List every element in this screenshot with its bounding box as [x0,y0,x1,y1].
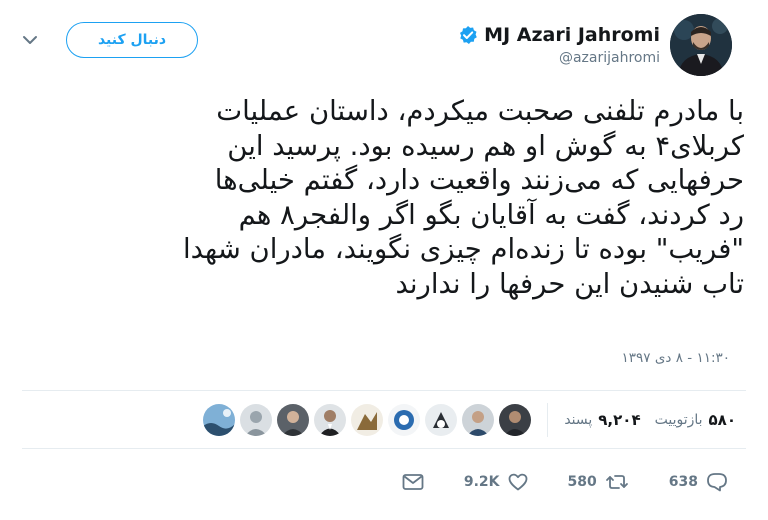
chevron-down-icon[interactable] [18,28,42,52]
like-stat-label: پسند [564,412,593,428]
retweet-stat-count: ۵۸۰ [708,411,736,429]
reply-button[interactable]: 638 [669,472,728,492]
liker-avatar[interactable] [499,404,532,436]
like-stat-count: ۹,۲۰۴ [598,411,641,429]
retweet-icon [605,475,628,489]
like-button[interactable]: 9.2K [464,473,528,491]
tweet-line: کربلای۴ به گوش او هم رسیده بود. پرسید ای… [227,129,744,162]
liker-avatar[interactable] [240,404,273,436]
liker-avatar[interactable] [203,404,236,436]
liker-avatar[interactable] [314,404,347,436]
retweet-stat[interactable]: ۵۸۰ بازتوییت [655,411,736,429]
tweet-line: تاب شنیدن این حرفها را ندارند [395,267,744,300]
author-handle[interactable]: @azarijahromi [559,50,660,66]
liker-avatar[interactable] [462,404,495,436]
author-name-row: MJ Azari Jahromi [458,22,660,48]
tweet-line: رد کردند، گفت به آقایان بگو اگر والفجر۸ … [238,198,744,231]
mail-button[interactable] [402,473,424,491]
tweet-text: با مادرم تلفنی صحبت میکردم، داستان عملیا… [24,94,744,301]
liker-avatars [203,404,532,436]
liker-avatar[interactable] [425,404,458,436]
tweet-line: حرفهایی که می‌زنند واقعیت دارد، گفتم خیل… [214,164,744,196]
like-stat[interactable]: ۹,۲۰۴ پسند [564,411,640,429]
verified-badge-icon [458,25,478,45]
engagement-stats: ۵۸۰ بازتوییت ۹,۲۰۴ پسند [203,402,736,438]
liker-avatar[interactable] [351,404,384,436]
follow-button[interactable]: دنبال کنید [66,22,198,58]
tweet-header: MJ Azari Jahromi @azarijahromi دنبال کنی… [0,0,768,90]
stats-separator [547,403,549,437]
retweet-stat-label: بازتوییت [654,412,703,428]
author-display-name[interactable]: MJ Azari Jahromi [484,24,660,46]
divider [22,390,746,391]
liker-avatar[interactable] [277,404,310,436]
tweet-actions: 9.2K 580 638 [402,468,728,496]
reply-icon [707,473,727,492]
heart-icon [508,473,527,491]
author-avatar[interactable] [670,14,732,76]
liker-avatar[interactable] [388,404,421,436]
reply-count: 638 [668,474,698,490]
retweet-button[interactable]: 580 [568,473,629,491]
tweet-timestamp[interactable]: ۱۱:۳۰ - ۸ دی ۱۳۹۷ [622,350,730,366]
divider [22,448,746,449]
retweet-count: 580 [567,474,597,490]
like-count: 9.2K [463,474,500,490]
mail-icon [402,474,424,490]
tweet-line: با مادرم تلفنی صحبت میکردم، داستان عملیا… [216,95,744,127]
tweet-line: "فریب" بوده تا زنده‌ام چیزی نگویند، مادر… [182,233,744,265]
